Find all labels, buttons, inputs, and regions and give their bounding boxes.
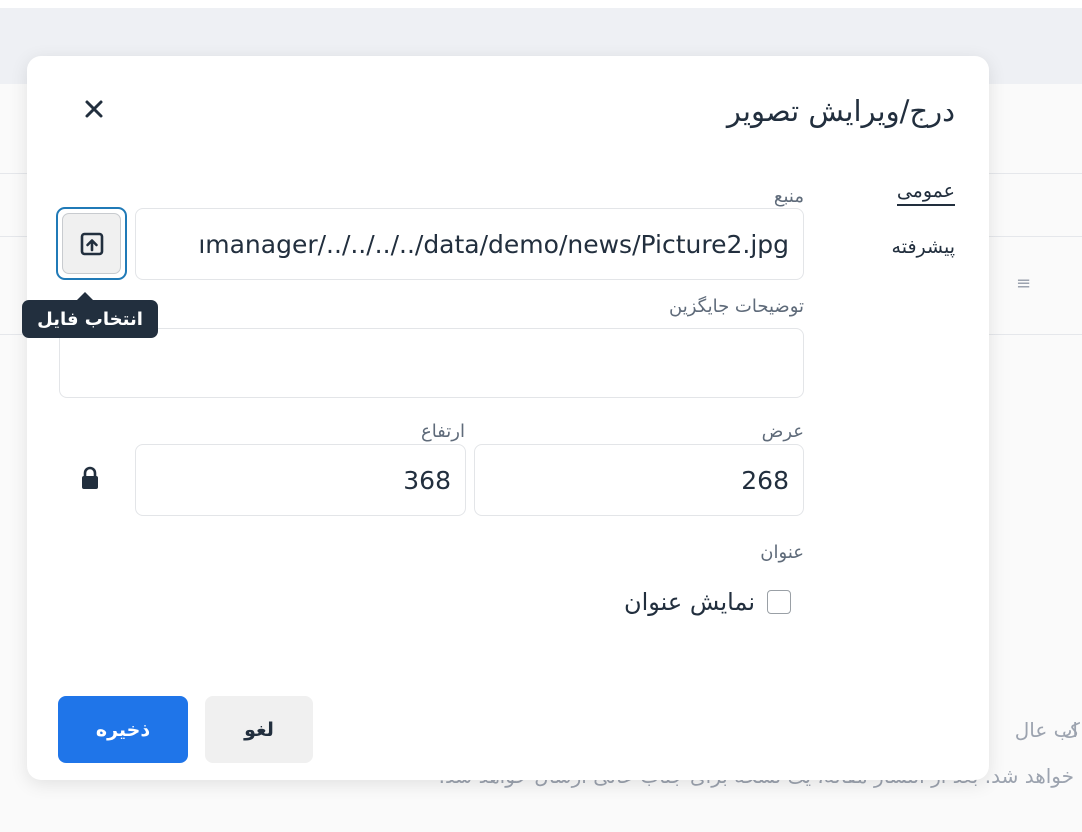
- width-label: عرض: [761, 421, 804, 442]
- show-caption-checkbox-row[interactable]: نمایش عنوان: [624, 588, 791, 616]
- tab-general[interactable]: عمومی: [896, 180, 955, 206]
- save-button[interactable]: ذخیره: [58, 696, 188, 763]
- width-input[interactable]: 268: [474, 444, 804, 516]
- alt-input[interactable]: [59, 328, 804, 398]
- height-input[interactable]: 368: [135, 444, 466, 516]
- alt-label: توضیحات جایگزین: [669, 296, 804, 317]
- tab-advanced[interactable]: پیشرفته: [892, 236, 955, 258]
- background-text-fragment: اب عال: [1014, 718, 1078, 742]
- upload-icon: [80, 232, 103, 255]
- lock-icon: [82, 466, 98, 489]
- source-input[interactable]: ımanager/../../../../data/demo/news/Pict…: [135, 208, 804, 280]
- show-caption-checkbox[interactable]: [767, 590, 791, 614]
- caption-section-label: عنوان: [760, 542, 804, 563]
- show-caption-label: نمایش عنوان: [623, 588, 755, 616]
- select-file-button[interactable]: [56, 207, 127, 280]
- close-icon: [85, 100, 103, 118]
- cancel-button[interactable]: لغو: [205, 696, 313, 763]
- menu-icon: ≡: [1016, 273, 1032, 294]
- constrain-proportions-button[interactable]: [77, 461, 103, 495]
- select-file-tooltip: انتخاب فایل: [22, 292, 158, 338]
- page-topbar: [0, 0, 1082, 8]
- image-dialog: درج/ویرایش تصویر عمومی پیشرفته منبع ıman…: [22, 56, 989, 780]
- close-button[interactable]: [77, 92, 111, 126]
- source-label: منبع: [773, 186, 804, 207]
- dialog-title: درج/ویرایش تصویر: [726, 94, 955, 128]
- height-label: ارتفاع: [420, 421, 465, 442]
